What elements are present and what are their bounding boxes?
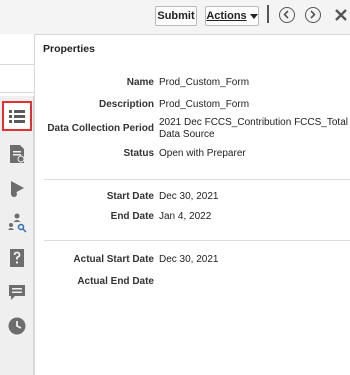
panel-divider — [34, 34, 35, 375]
previous-button[interactable] — [279, 7, 295, 23]
actual-start-date-label: Actual Start Date — [73, 254, 154, 265]
workflow-users-icon — [8, 213, 27, 233]
data-collection-period-value-line2: Data Source — [159, 129, 215, 140]
left-panel-divider — [0, 64, 34, 65]
next-button[interactable] — [305, 7, 321, 23]
document-details-icon — [10, 145, 25, 163]
alerts-icon — [11, 181, 24, 197]
properties-list-icon — [9, 110, 25, 123]
document-details-tab[interactable] — [5, 142, 29, 166]
chevron-down-icon — [249, 13, 258, 19]
alerts-tab[interactable] — [5, 176, 29, 200]
status-value: Open with Preparer — [159, 148, 246, 159]
close-icon[interactable] — [333, 7, 349, 23]
section-divider — [44, 179, 350, 180]
comments-tab[interactable] — [5, 280, 29, 304]
top-toolbar: Submit Actions — [0, 0, 350, 35]
section-divider — [44, 240, 350, 241]
name-value: Prod_Custom_Form — [159, 77, 250, 88]
left-panel-divider — [0, 92, 34, 93]
history-clock-icon — [8, 317, 26, 335]
comments-icon — [9, 285, 25, 300]
end-date-label: End Date — [110, 211, 154, 222]
chevron-right-icon — [310, 10, 316, 19]
questions-tab[interactable] — [5, 246, 29, 270]
side-icon-rail — [0, 96, 34, 375]
workflow-tab[interactable] — [5, 210, 29, 234]
properties-heading: Properties — [43, 43, 95, 55]
description-label: Description — [98, 99, 154, 110]
end-date-value: Jan 4, 2022 — [159, 211, 212, 222]
questions-icon — [10, 249, 24, 267]
history-tab[interactable] — [5, 314, 29, 338]
status-label: Status — [123, 148, 154, 159]
name-label: Name — [126, 77, 154, 88]
data-collection-period-label: Data Collection Period — [47, 123, 154, 134]
submit-button[interactable]: Submit — [155, 6, 197, 26]
start-date-label: Start Date — [106, 191, 154, 202]
actual-end-date-label: Actual End Date — [77, 276, 154, 287]
actual-start-date-value: Dec 30, 2021 — [159, 254, 219, 265]
actions-button-label: Actions — [206, 10, 247, 22]
toolbar-separator — [267, 5, 269, 23]
data-collection-period-value: 2021 Dec FCCS_Contribution FCCS_Total — [159, 117, 348, 128]
properties-tab[interactable] — [2, 101, 32, 131]
chevron-left-icon — [283, 10, 289, 19]
submit-button-label: Submit — [157, 10, 195, 22]
start-date-value: Dec 30, 2021 — [159, 191, 219, 202]
description-value: Prod_Custom_Form — [159, 99, 250, 110]
actions-menu-button[interactable]: Actions — [205, 6, 259, 26]
